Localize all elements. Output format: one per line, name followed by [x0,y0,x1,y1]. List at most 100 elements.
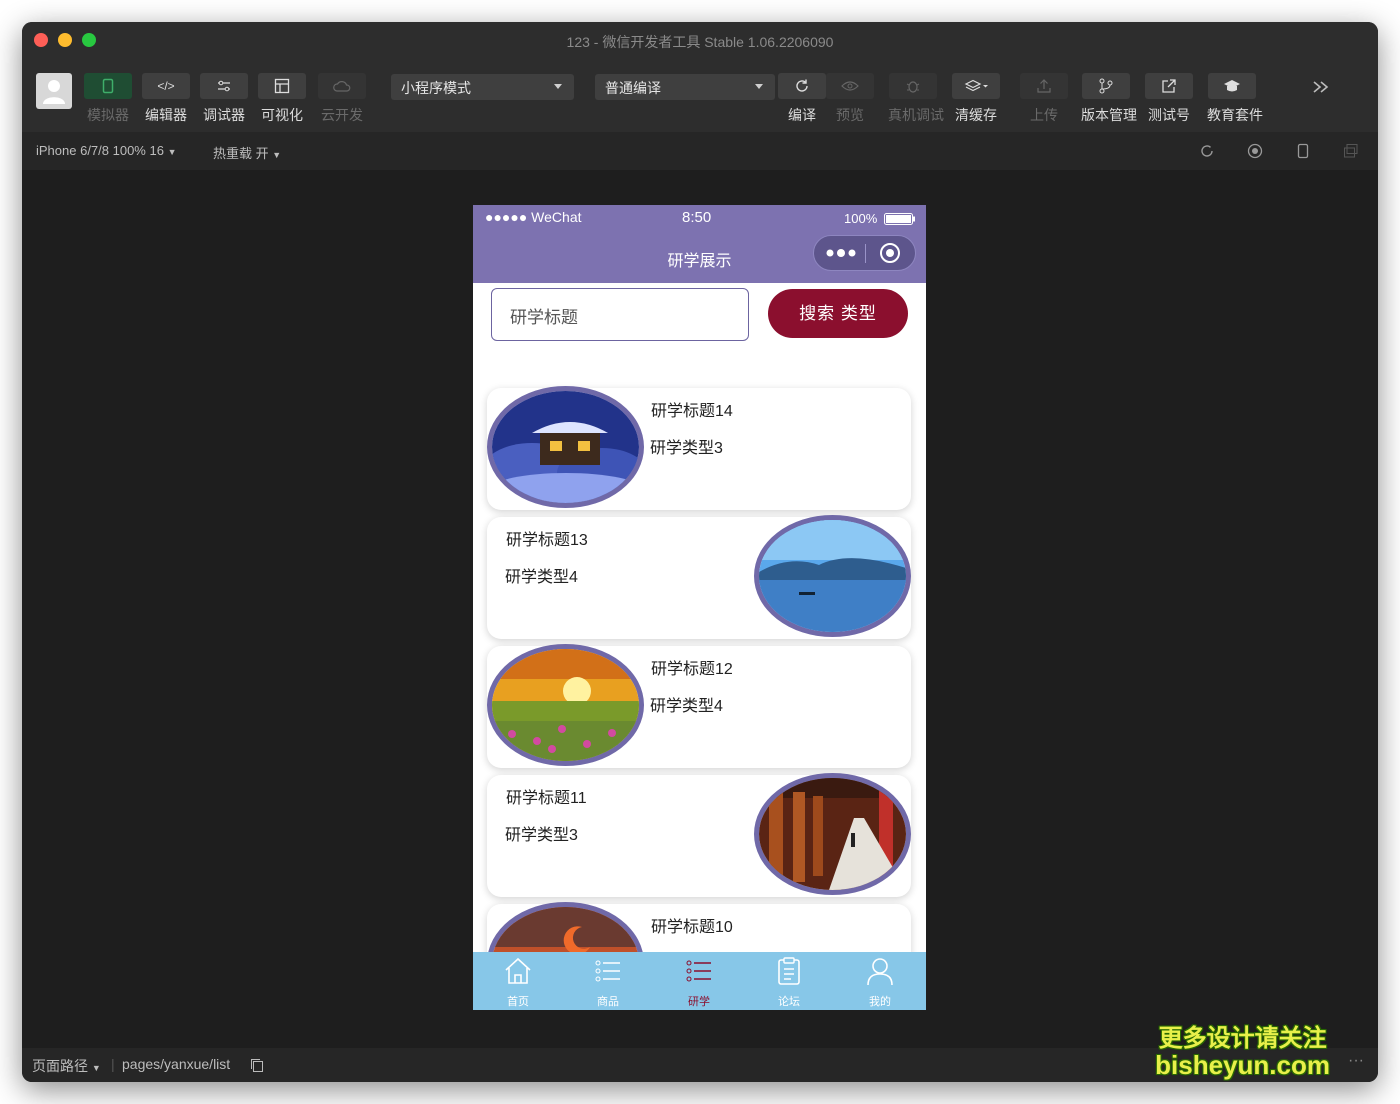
layers-icon [964,79,988,92]
toolbar: 模拟器 </> 编辑器 调试器 可视化 云开发 小程序模式 普通编译 编译 预览… [22,60,1378,132]
caret-down-icon: ▼ [167,147,177,157]
tab-label: 研学 [688,996,710,1008]
code-icon: </> [157,79,175,93]
refresh-icon [796,79,808,92]
watermark: 更多设计请关注 bisheyun.com [1155,1025,1330,1080]
test-account-label: 测试号 [1148,107,1190,123]
upload-icon [1037,79,1051,93]
copy-icon[interactable] [250,1058,264,1073]
version-label: 版本管理 [1081,107,1137,123]
watermark-line2: bisheyun.com [1155,1050,1330,1080]
phone-icon[interactable] [1295,143,1311,159]
layout-icon [274,78,290,94]
preview-label: 预览 [836,107,864,123]
page-path-label: 页面路径 [32,1058,88,1074]
list-item[interactable]: 研学标题14 研学类型3 [487,386,911,510]
battery-icon [884,213,915,225]
mode-select[interactable]: 小程序模式 [391,74,574,100]
list-icon [686,960,711,982]
more-dots-icon[interactable] [826,249,856,257]
record-icon[interactable] [1247,143,1263,159]
clear-cache-button[interactable]: 清缓存 [951,73,1001,125]
search-type-button[interactable]: 搜索 类型 [768,289,908,338]
user-avatar[interactable] [36,73,72,109]
bug-icon [906,81,920,93]
user-icon [43,80,65,104]
external-link-icon [1162,79,1176,93]
more-icon[interactable] [1312,80,1330,99]
tab-label: 商品 [597,996,619,1008]
sliders-icon [218,80,230,92]
preview-button[interactable]: 预览 [825,73,875,125]
editor-button[interactable]: </> 编辑器 [141,73,191,125]
item-type: 研学类型4 [650,698,723,715]
debugger-button[interactable]: 调试器 [199,73,249,125]
compile-select-value: 普通编译 [605,80,661,96]
home-icon [505,957,531,984]
simulator-bar: iPhone 6/7/8 100% 16 ▼ 热重载 开 ▼ [22,132,1378,170]
hot-reload-select[interactable]: 热重载 开 ▼ [213,143,281,162]
item-title: 研学标题10 [651,919,733,936]
device-select[interactable]: iPhone 6/7/8 100% 16 ▼ [36,143,176,158]
upload-button[interactable]: 上传 [1019,73,1069,125]
window-title: 123 - 微信开发者工具 Stable 1.06.2206090 [566,34,834,50]
editor-label: 编辑器 [145,107,187,123]
close-miniprogram-icon[interactable] [879,242,901,264]
eye-icon [841,81,859,91]
search-input[interactable]: 研学标题 [491,288,749,341]
more-dots-icon[interactable]: ··· [1348,1052,1364,1070]
capsule-menu [813,235,916,271]
mode-select-value: 小程序模式 [401,80,471,96]
caret-down-icon: ▼ [272,150,282,160]
user-icon [867,958,893,986]
list-item[interactable]: 研学标题13 研学类型4 [487,515,911,639]
device-select-value: iPhone 6/7/8 100% 16 [36,143,164,158]
cloud-button[interactable]: 云开发 [317,73,367,125]
edu-suite-button[interactable]: 教育套件 [1207,73,1263,125]
thumbnail-image [487,644,644,766]
watermark-line1: 更多设计请关注 [1158,1025,1327,1052]
status-time: 8:50 [682,209,712,226]
thumbnail-image [754,773,911,895]
page-path-select[interactable]: 页面路径 ▼ [32,1056,101,1076]
rotate-icon[interactable] [1199,143,1215,159]
visual-label: 可视化 [261,107,303,123]
branch-icon [1099,78,1113,94]
compile-select[interactable]: 普通编译 [595,74,775,100]
devtools-window: 123 - 微信开发者工具 Stable 1.06.2206090 模拟器 </… [22,22,1378,1082]
upload-label: 上传 [1030,107,1058,123]
device-debug-button[interactable]: 真机调试 [888,73,944,125]
phone-screen: ●●●●● WeChat 8:50 100% 研学展示 研学标题 搜索 类型 研… [473,205,926,1010]
compile-button[interactable]: 编译 [777,73,827,125]
phone-icon [102,78,114,94]
thumbnail-image [487,386,644,508]
cloud-icon [333,81,351,92]
tab-goods[interactable]: 商品 [563,956,653,1009]
chevron-down-icon [755,84,763,89]
tab-forum[interactable]: 论坛 [744,956,834,1009]
edu-suite-label: 教育套件 [1207,107,1263,123]
tab-study[interactable]: 研学 [654,956,744,1009]
window-icon[interactable] [1343,143,1359,159]
clear-cache-label: 清缓存 [955,107,997,123]
visual-button[interactable]: 可视化 [257,73,307,125]
version-button[interactable]: 版本管理 [1081,73,1137,125]
tab-mine[interactable]: 我的 [835,956,925,1009]
tab-home[interactable]: 首页 [473,956,563,1009]
simulator-button[interactable]: 模拟器 [83,73,133,125]
clipboard-icon [778,957,800,985]
list-item[interactable]: 研学标题12 研学类型4 [487,644,911,768]
caret-down-icon: ▼ [91,1063,101,1073]
list-item[interactable]: 研学标题11 研学类型3 [487,773,911,897]
status-carrier: ●●●●● WeChat [485,209,582,225]
item-type: 研学类型3 [650,440,723,457]
compile-label: 编译 [788,107,816,123]
chevron-down-icon [554,84,562,89]
tab-label: 我的 [869,996,891,1008]
test-account-button[interactable]: 测试号 [1144,73,1194,125]
tab-label: 首页 [507,996,529,1008]
graduation-cap-icon [1224,80,1240,92]
list-icon [595,960,620,982]
item-title: 研学标题11 [506,790,587,807]
item-title: 研学标题12 [651,661,733,678]
